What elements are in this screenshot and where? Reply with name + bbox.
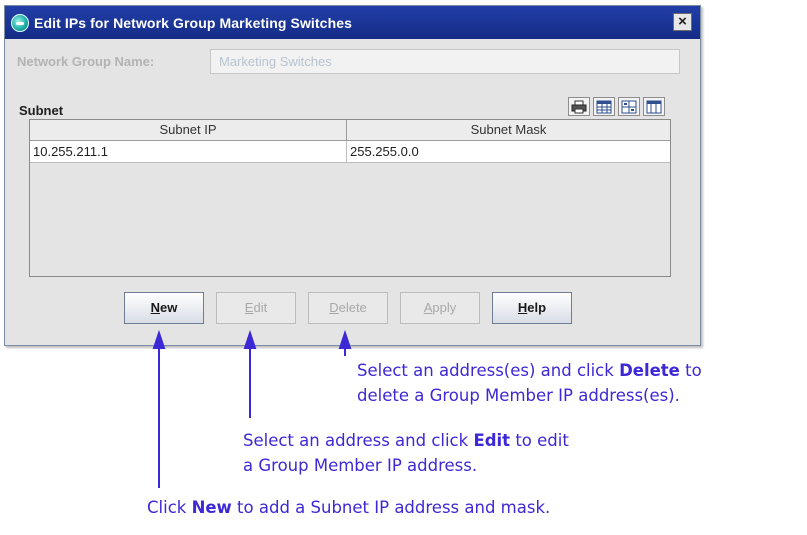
edit-annotation-text-end: to edit bbox=[510, 431, 569, 450]
new-arrow bbox=[152, 329, 166, 488]
delete-arrow bbox=[338, 329, 352, 356]
new-annotation-text-end: to add a Subnet IP address and mask. bbox=[231, 498, 551, 517]
delete-annotation-text: Select an address(es) and click bbox=[357, 361, 620, 380]
edit-annotation-keyword: Edit bbox=[473, 431, 511, 450]
edit-arrow bbox=[243, 329, 257, 418]
new-annotation: Click New to add a Subnet IP address and… bbox=[147, 495, 550, 520]
delete-annotation: Select an address(es) and click Delete t… bbox=[357, 358, 702, 408]
edit-annotation: Select an address and click Edit to edit… bbox=[243, 428, 569, 478]
new-annotation-keyword: New bbox=[191, 498, 232, 517]
edit-annotation-line2: a Group Member IP address. bbox=[243, 456, 478, 475]
delete-annotation-keyword: Delete bbox=[619, 361, 680, 380]
new-annotation-text: Click bbox=[147, 498, 192, 517]
delete-annotation-line2: delete a Group Member IP address(es). bbox=[357, 386, 680, 405]
edit-annotation-text: Select an address and click bbox=[243, 431, 474, 450]
delete-annotation-text-end: to bbox=[679, 361, 702, 380]
